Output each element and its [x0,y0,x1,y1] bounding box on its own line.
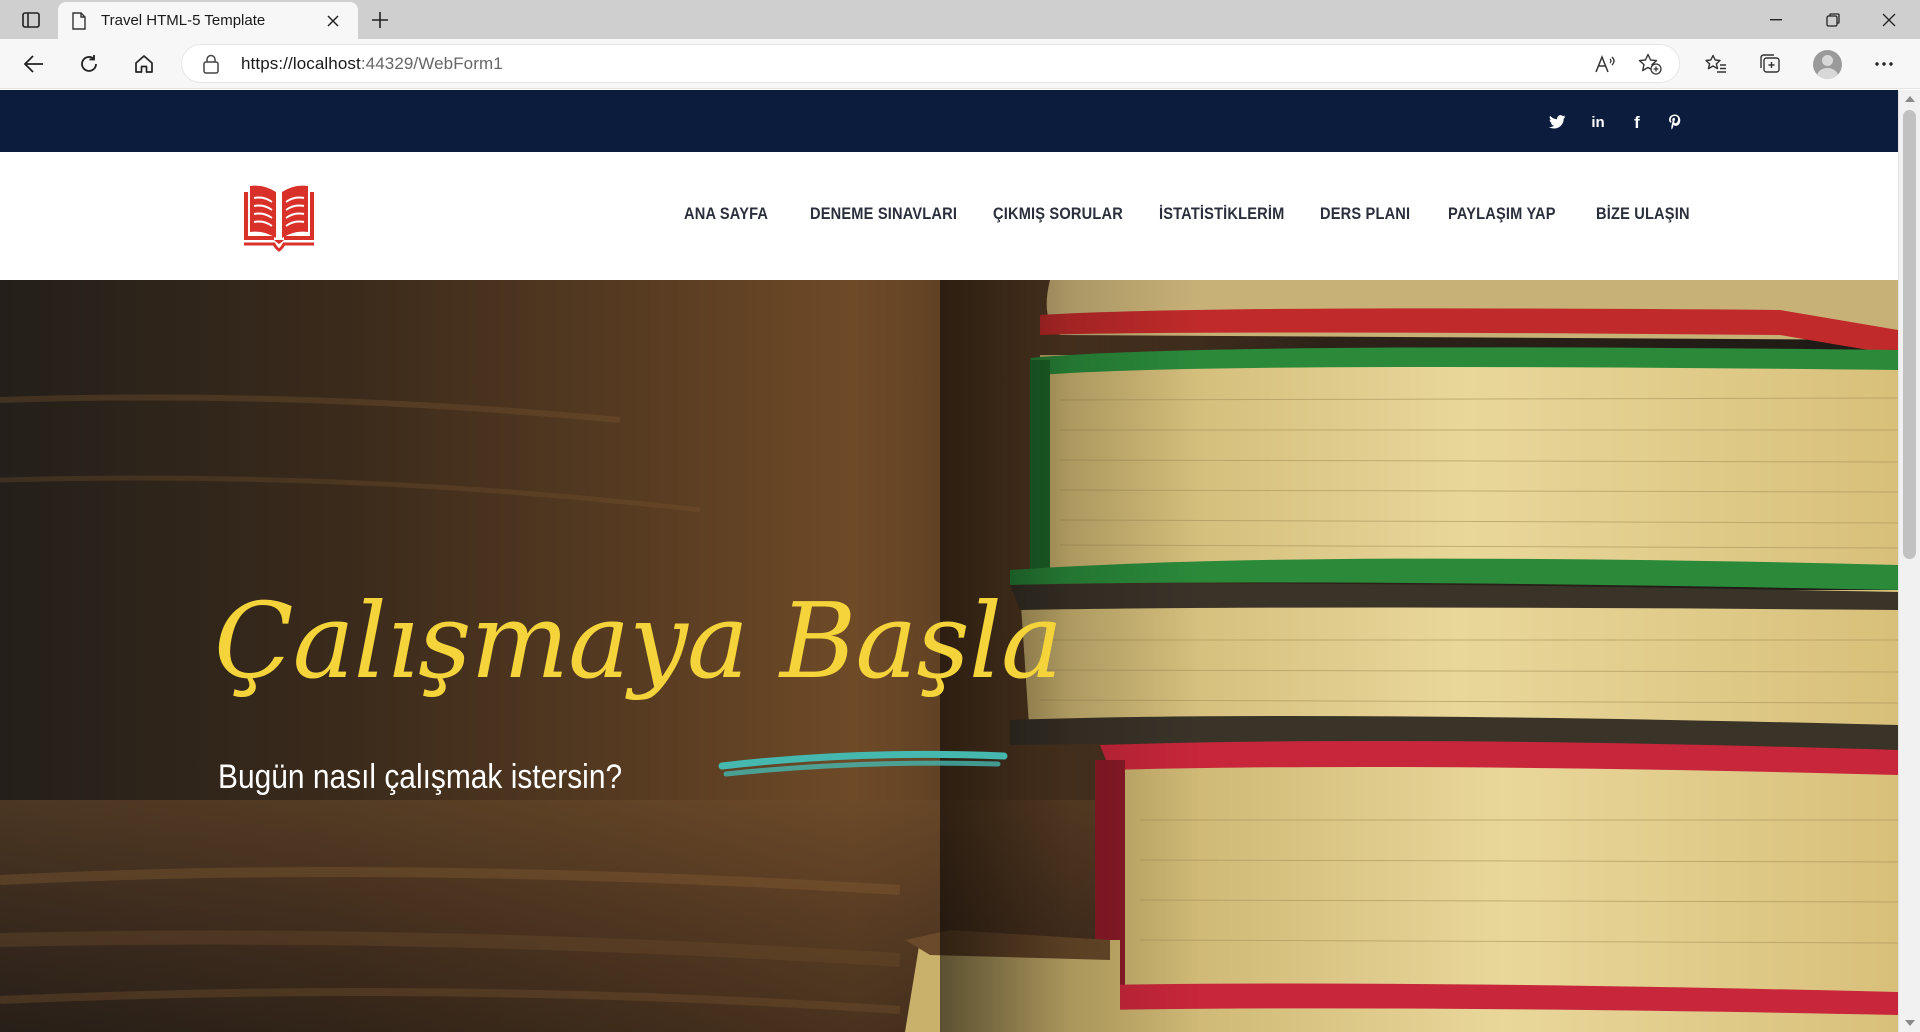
page-icon [72,11,86,30]
facebook-icon: f [1634,112,1640,132]
browser-tab[interactable]: Travel HTML-5 Template [58,2,358,39]
tab-actions-icon [22,12,40,28]
book-logo-icon[interactable] [240,182,318,252]
nav-cikmis-sorular[interactable]: ÇIKMIŞ SORULAR [993,204,1123,224]
more-icon [1875,62,1893,66]
tab-title: Travel HTML-5 Template [101,12,266,29]
nav-istatistiklerim[interactable]: İSTATİSTİKLERİM [1159,204,1284,224]
main-header: ANA SAYFA DENEME SINAVLARI ÇIKMIŞ SORULA… [0,152,1898,280]
nav-deneme-sinavlari[interactable]: DENEME SINAVLARI [810,204,957,224]
star-add-icon [1638,53,1662,75]
hero-subtitle: Bugün nasıl çalışmak istersin? [218,758,623,796]
collections-button[interactable] [1754,48,1786,80]
brush-underline-decoration [718,750,1008,777]
minimize-button[interactable] [1753,4,1799,36]
add-favorite-button[interactable] [1637,51,1663,77]
header-top-bar: in f [0,90,1898,152]
lock-icon [203,54,219,74]
home-icon [135,55,153,73]
favorites-button[interactable] [1700,48,1732,80]
address-bar[interactable]: https://localhost:44329/WebForm1 [182,45,1679,82]
page-viewport: in f ANA SAYFA DENEME SINAVLARI ÇIKMIŞ S… [0,90,1898,1032]
pinterest-icon [1669,114,1681,130]
close-window-button[interactable] [1866,4,1912,36]
twitter-link[interactable] [1548,113,1566,131]
settings-menu-button[interactable] [1868,48,1900,80]
tab-close-button[interactable] [322,10,344,32]
nav-bize-ulasin[interactable]: BİZE ULAŞIN [1596,204,1690,224]
browser-toolbar: https://localhost:44329/WebForm1 [0,39,1920,89]
profile-avatar[interactable] [1813,50,1842,79]
nav-paylasim-yap[interactable]: PAYLAŞIM YAP [1448,204,1556,224]
back-button[interactable] [18,48,50,80]
minimize-icon [1770,19,1782,21]
scroll-up-arrow-icon[interactable] [1905,96,1915,102]
favorites-icon [1705,54,1726,73]
refresh-button[interactable] [73,48,105,80]
twitter-icon [1548,115,1566,129]
close-icon [327,14,339,27]
back-arrow-icon [24,55,43,73]
url-text: https://localhost:44329/WebForm1 [241,54,503,74]
restore-icon [1826,13,1840,27]
restore-button[interactable] [1810,4,1856,36]
read-aloud-icon [1595,55,1615,73]
refresh-icon [81,55,97,72]
linkedin-icon: in [1591,113,1605,131]
scroll-down-arrow-icon[interactable] [1905,1020,1915,1026]
pinterest-link[interactable] [1666,113,1684,131]
scrollbar-thumb[interactable] [1903,110,1916,559]
new-tab-button[interactable] [365,7,395,33]
nav-ana-sayfa[interactable]: ANA SAYFA [684,204,768,224]
page-scrollbar[interactable] [1898,90,1920,1032]
read-aloud-button[interactable] [1593,51,1619,77]
collections-icon [1760,54,1780,73]
hero-banner: Çalışmaya Başla Bugün nasıl çalışmak ist… [0,280,1898,1032]
url-path: :44329/WebForm1 [360,54,503,73]
url-host: https://localhost [241,54,361,73]
home-button[interactable] [128,48,160,80]
tab-actions-button[interactable] [16,8,46,32]
close-icon [1882,13,1896,27]
hero-title: Çalışmaya Başla [214,580,1063,702]
browser-tab-bar: Travel HTML-5 Template [0,0,1920,39]
nav-ders-plani[interactable]: DERS PLANI [1320,204,1410,224]
plus-icon [372,12,388,28]
linkedin-link[interactable]: in [1589,113,1607,131]
facebook-link[interactable]: f [1628,113,1646,131]
